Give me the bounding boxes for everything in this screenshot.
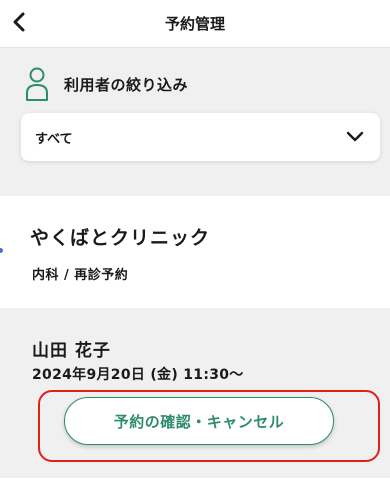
confirm-cancel-button-label: 予約の確認・キャンセル <box>113 412 285 431</box>
user-filter-section: 利用者の絞り込み すべて <box>0 48 390 196</box>
booking-datetime: 2024年9月20日 (金) 11:30～ <box>32 367 244 383</box>
booking-card: 山田 花子 2024年9月20日 (金) 11:30～ 予約の確認・キャンセル <box>0 308 390 484</box>
filter-label: 利用者の絞り込み <box>64 75 189 94</box>
clinic-name: やくばとクリニック <box>30 227 211 249</box>
filter-label-row: 利用者の絞り込み <box>24 66 188 102</box>
page-title: 予約管理 <box>164 15 225 33</box>
person-icon <box>26 67 48 101</box>
bottom-divider <box>0 478 390 484</box>
chevron-down-icon <box>346 131 364 142</box>
user-filter-selected-value: すべて <box>35 132 73 147</box>
app-header: 予約管理 <box>0 0 390 48</box>
patient-name: 山田 花子 <box>32 341 111 361</box>
clinic-card: やくばとクリニック 内科 / 再診予約 <box>0 196 390 308</box>
confirm-cancel-button[interactable]: 予約の確認・キャンセル <box>64 397 334 445</box>
clinic-detail: 内科 / 再診予約 <box>32 268 129 283</box>
edge-indicator-dot <box>0 248 3 253</box>
user-filter-select[interactable]: すべて <box>21 113 380 161</box>
